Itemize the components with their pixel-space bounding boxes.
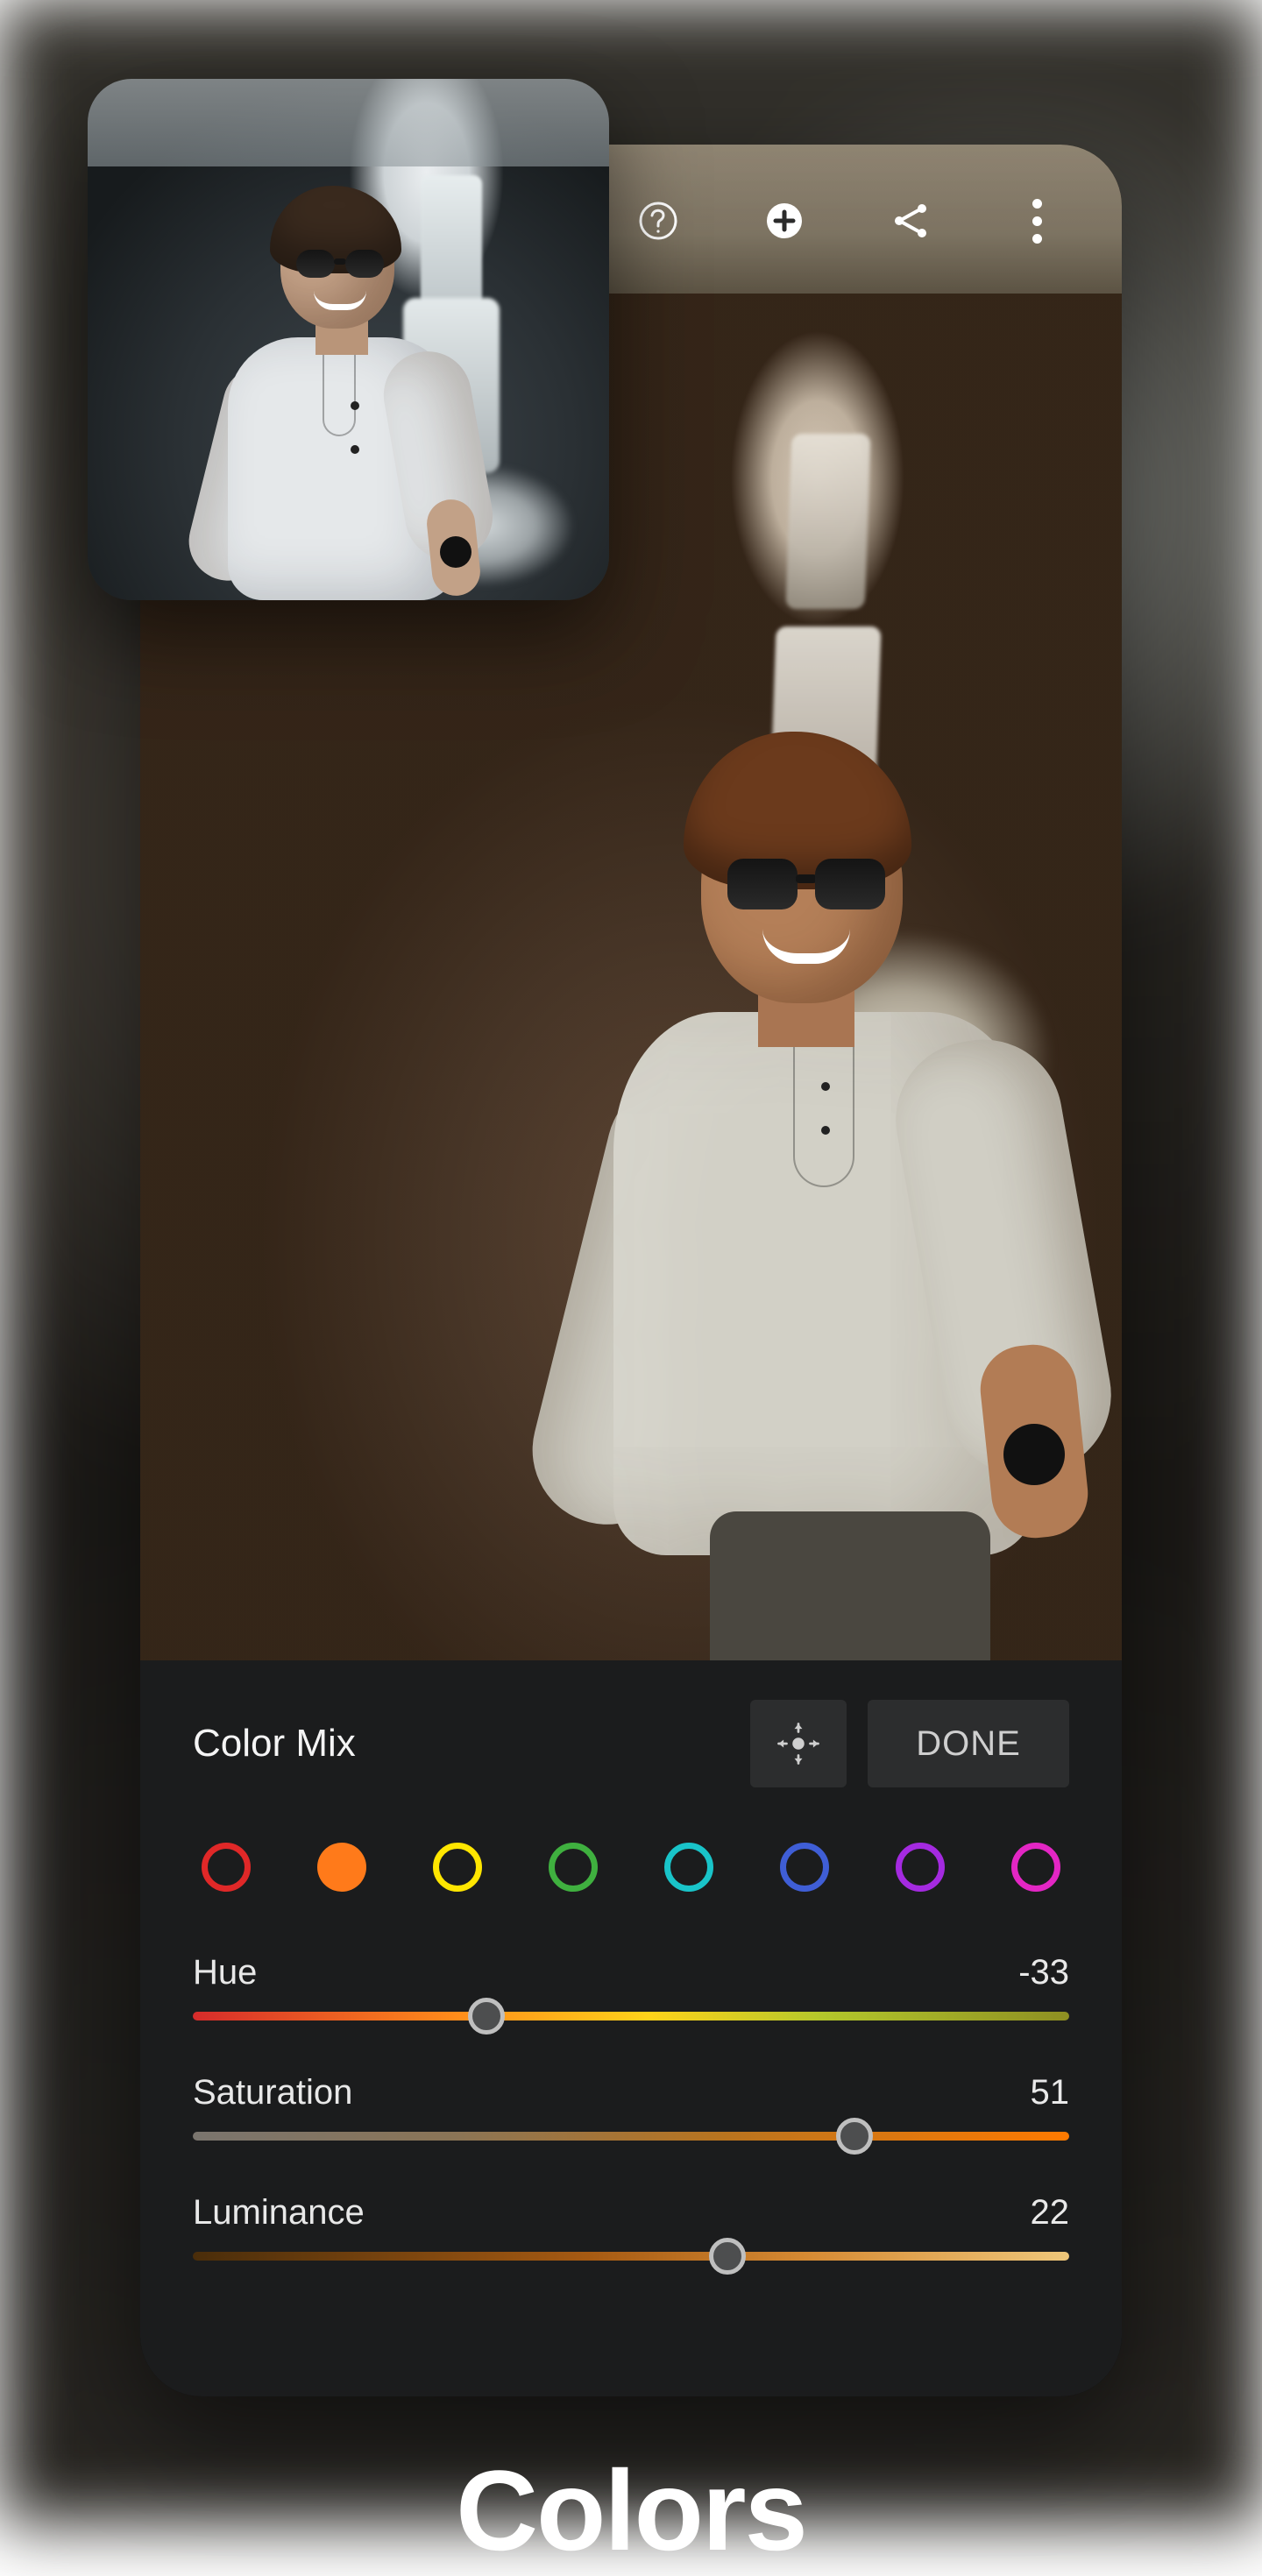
help-icon[interactable] bbox=[635, 197, 682, 244]
slider-value: 51 bbox=[1031, 2073, 1070, 2112]
swatch-aqua[interactable] bbox=[664, 1843, 713, 1892]
slider-value: -33 bbox=[1018, 1953, 1069, 1992]
swatch-red[interactable] bbox=[202, 1843, 251, 1892]
saturation-thumb[interactable] bbox=[836, 2118, 873, 2155]
slider-label: Saturation bbox=[193, 2073, 352, 2112]
slider-label: Hue bbox=[193, 1953, 257, 1992]
target-adjust-button[interactable] bbox=[750, 1700, 847, 1787]
luminance-slider: Luminance 22 bbox=[193, 2193, 1069, 2261]
hue-slider: Hue -33 bbox=[193, 1953, 1069, 2020]
photo-subject bbox=[596, 749, 1052, 1660]
original-photo-thumbnail[interactable] bbox=[88, 79, 609, 600]
panel-title: Color Mix bbox=[193, 1722, 750, 1766]
luminance-track[interactable] bbox=[193, 2252, 1069, 2261]
slider-value: 22 bbox=[1031, 2193, 1070, 2233]
swatch-magenta[interactable] bbox=[1011, 1843, 1060, 1892]
saturation-slider: Saturation 51 bbox=[193, 2073, 1069, 2141]
done-button[interactable]: DONE bbox=[868, 1700, 1069, 1787]
promo-caption: Colors bbox=[0, 2445, 1262, 2576]
swatch-yellow[interactable] bbox=[433, 1843, 482, 1892]
hue-thumb[interactable] bbox=[468, 1998, 505, 2035]
luminance-thumb[interactable] bbox=[709, 2238, 746, 2275]
swatch-green[interactable] bbox=[549, 1843, 598, 1892]
saturation-track[interactable] bbox=[193, 2132, 1069, 2141]
color-mix-panel: Color Mix DONE Hue -33 Saturation bbox=[140, 1660, 1122, 2396]
swatch-purple[interactable] bbox=[896, 1843, 945, 1892]
slider-label: Luminance bbox=[193, 2193, 365, 2233]
add-icon[interactable] bbox=[761, 197, 808, 244]
more-icon[interactable] bbox=[1013, 197, 1060, 244]
photo-waterfall bbox=[786, 434, 871, 609]
swatch-orange[interactable] bbox=[317, 1843, 366, 1892]
color-swatch-row bbox=[202, 1843, 1060, 1892]
hue-track[interactable] bbox=[193, 2012, 1069, 2020]
swatch-blue[interactable] bbox=[780, 1843, 829, 1892]
share-icon[interactable] bbox=[887, 197, 934, 244]
